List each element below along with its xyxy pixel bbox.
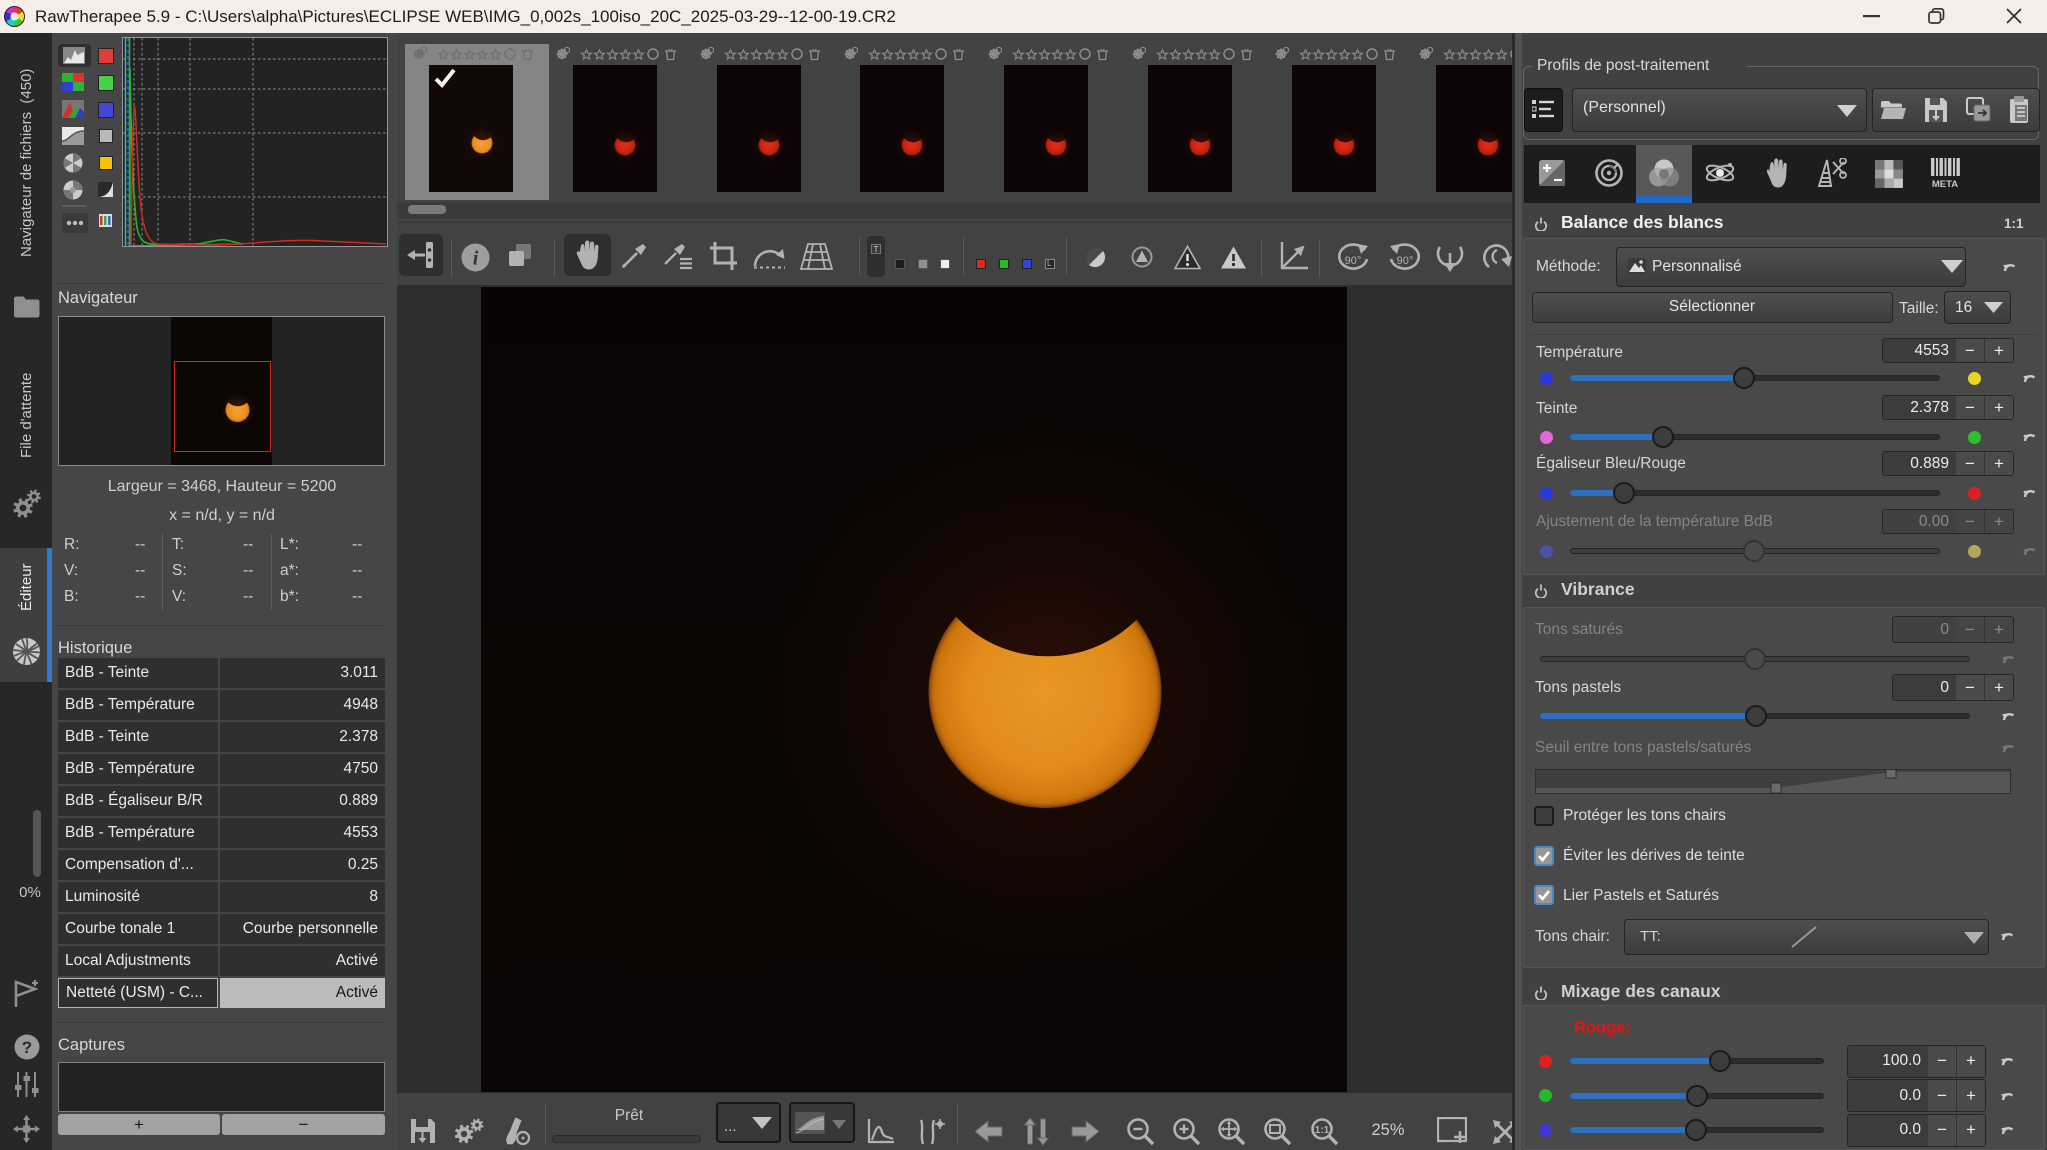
svg-text:T: T	[874, 245, 879, 254]
svg-text:90°: 90°	[1397, 255, 1414, 267]
svg-text:?: ?	[22, 1038, 32, 1057]
svg-text:i: i	[473, 248, 479, 270]
svg-text:1:1: 1:1	[1315, 1125, 1330, 1136]
svg-text:90°: 90°	[1345, 255, 1362, 267]
svg-text:META: META	[1932, 179, 1958, 188]
